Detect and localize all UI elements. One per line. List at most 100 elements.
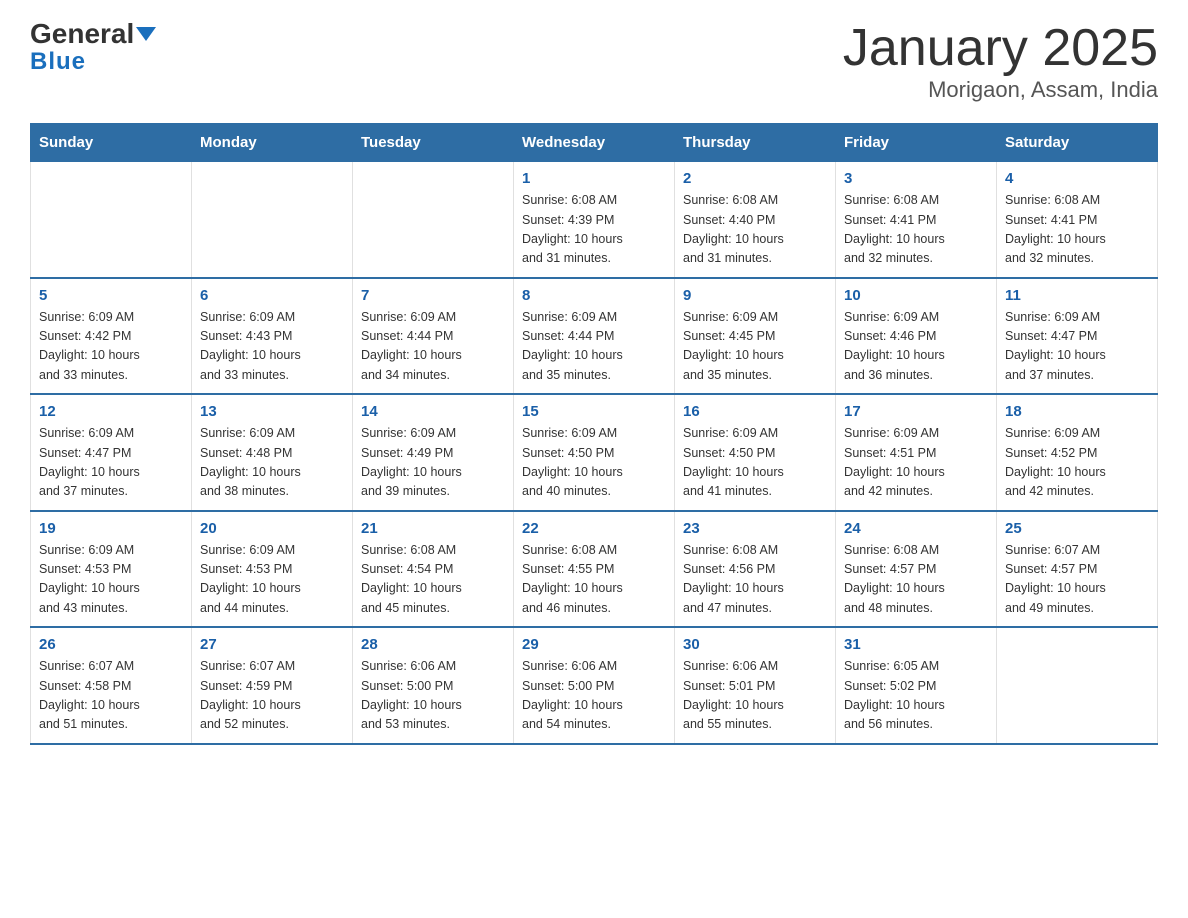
day-number: 19	[39, 520, 183, 537]
day-info: Sunrise: 6:09 AMSunset: 4:48 PMDaylight:…	[200, 424, 344, 502]
day-info: Sunrise: 6:09 AMSunset: 4:47 PMDaylight:…	[39, 424, 183, 502]
cell-week0-day3: 1 Sunrise: 6:08 AMSunset: 4:39 PMDaylight…	[514, 162, 675, 278]
cell-week2-day4: 16 Sunrise: 6:09 AMSunset: 4:50 PMDayligh…	[675, 394, 836, 511]
logo-general: General	[30, 20, 134, 48]
day-number: 28	[361, 636, 505, 653]
day-number: 17	[844, 403, 988, 420]
day-number: 15	[522, 403, 666, 420]
calendar-header-row: Sunday Monday Tuesday Wednesday Thursday…	[31, 124, 1158, 162]
day-number: 10	[844, 287, 988, 304]
day-info: Sunrise: 6:07 AMSunset: 4:57 PMDaylight:…	[1005, 541, 1149, 619]
day-info: Sunrise: 6:09 AMSunset: 4:51 PMDaylight:…	[844, 424, 988, 502]
day-number: 25	[1005, 520, 1149, 537]
day-info: Sunrise: 6:09 AMSunset: 4:45 PMDaylight:…	[683, 308, 827, 386]
day-info: Sunrise: 6:09 AMSunset: 4:53 PMDaylight:…	[39, 541, 183, 619]
day-number: 12	[39, 403, 183, 420]
cell-week2-day6: 18 Sunrise: 6:09 AMSunset: 4:52 PMDayligh…	[997, 394, 1158, 511]
logo-arrow-icon	[136, 27, 156, 41]
cell-week4-day3: 29 Sunrise: 6:06 AMSunset: 5:00 PMDayligh…	[514, 627, 675, 744]
day-info: Sunrise: 6:09 AMSunset: 4:44 PMDaylight:…	[522, 308, 666, 386]
cell-week4-day0: 26Sunrise: 6:07 AMSunset: 4:58 PMDayligh…	[31, 627, 192, 744]
cell-week2-day1: 13 Sunrise: 6:09 AMSunset: 4:48 PMDayligh…	[192, 394, 353, 511]
cell-week1-day4: 9 Sunrise: 6:09 AMSunset: 4:45 PMDaylight…	[675, 278, 836, 395]
cell-week3-day0: 19 Sunrise: 6:09 AMSunset: 4:53 PMDayligh…	[31, 511, 192, 628]
day-number: 5	[39, 287, 183, 304]
col-saturday: Saturday	[997, 124, 1158, 162]
week-row-2: 12 Sunrise: 6:09 AMSunset: 4:47 PMDayligh…	[31, 394, 1158, 511]
day-number: 29	[522, 636, 666, 653]
week-row-0: 1 Sunrise: 6:08 AMSunset: 4:39 PMDaylight…	[31, 162, 1158, 278]
day-info: Sunrise: 6:08 AMSunset: 4:40 PMDaylight:…	[683, 191, 827, 269]
cell-week3-day5: 24 Sunrise: 6:08 AMSunset: 4:57 PMDayligh…	[836, 511, 997, 628]
day-number: 7	[361, 287, 505, 304]
cell-week3-day2: 21 Sunrise: 6:08 AMSunset: 4:54 PMDayligh…	[353, 511, 514, 628]
day-number: 16	[683, 403, 827, 420]
cell-week4-day4: 30 Sunrise: 6:06 AMSunset: 5:01 PMDayligh…	[675, 627, 836, 744]
day-info: Sunrise: 6:05 AMSunset: 5:02 PMDaylight:…	[844, 657, 988, 735]
day-info: Sunrise: 6:08 AMSunset: 4:41 PMDaylight:…	[1005, 191, 1149, 269]
col-monday: Monday	[192, 124, 353, 162]
cell-week3-day1: 20 Sunrise: 6:09 AMSunset: 4:53 PMDayligh…	[192, 511, 353, 628]
cell-week0-day5: 3Sunrise: 6:08 AMSunset: 4:41 PMDaylight…	[836, 162, 997, 278]
day-number: 8	[522, 287, 666, 304]
day-number: 6	[200, 287, 344, 304]
day-info: Sunrise: 6:09 AMSunset: 4:43 PMDaylight:…	[200, 308, 344, 386]
cell-week3-day6: 25 Sunrise: 6:07 AMSunset: 4:57 PMDayligh…	[997, 511, 1158, 628]
day-number: 21	[361, 520, 505, 537]
logo-blue: Blue	[30, 48, 86, 76]
day-number: 31	[844, 636, 988, 653]
day-info: Sunrise: 6:08 AMSunset: 4:57 PMDaylight:…	[844, 541, 988, 619]
calendar-title: January 2025	[843, 20, 1158, 77]
day-number: 4	[1005, 170, 1149, 187]
day-info: Sunrise: 6:09 AMSunset: 4:46 PMDaylight:…	[844, 308, 988, 386]
cell-week2-day3: 15Sunrise: 6:09 AMSunset: 4:50 PMDayligh…	[514, 394, 675, 511]
day-info: Sunrise: 6:09 AMSunset: 4:47 PMDaylight:…	[1005, 308, 1149, 386]
cell-week0-day1	[192, 162, 353, 278]
day-info: Sunrise: 6:09 AMSunset: 4:49 PMDaylight:…	[361, 424, 505, 502]
cell-week1-day1: 6 Sunrise: 6:09 AMSunset: 4:43 PMDaylight…	[192, 278, 353, 395]
day-number: 27	[200, 636, 344, 653]
day-number: 14	[361, 403, 505, 420]
calendar-subtitle: Morigaon, Assam, India	[843, 77, 1158, 103]
cell-week2-day5: 17 Sunrise: 6:09 AMSunset: 4:51 PMDayligh…	[836, 394, 997, 511]
day-number: 30	[683, 636, 827, 653]
day-number: 23	[683, 520, 827, 537]
day-info: Sunrise: 6:09 AMSunset: 4:42 PMDaylight:…	[39, 308, 183, 386]
col-wednesday: Wednesday	[514, 124, 675, 162]
page-header: General Blue January 2025 Morigaon, Assa…	[30, 20, 1158, 103]
title-block: January 2025 Morigaon, Assam, India	[843, 20, 1158, 103]
day-info: Sunrise: 6:07 AMSunset: 4:59 PMDaylight:…	[200, 657, 344, 735]
day-info: Sunrise: 6:08 AMSunset: 4:41 PMDaylight:…	[844, 191, 988, 269]
day-number: 1	[522, 170, 666, 187]
day-info: Sunrise: 6:08 AMSunset: 4:55 PMDaylight:…	[522, 541, 666, 619]
day-info: Sunrise: 6:09 AMSunset: 4:52 PMDaylight:…	[1005, 424, 1149, 502]
cell-week3-day3: 22 Sunrise: 6:08 AMSunset: 4:55 PMDayligh…	[514, 511, 675, 628]
day-info: Sunrise: 6:08 AMSunset: 4:39 PMDaylight:…	[522, 191, 666, 269]
cell-week4-day2: 28Sunrise: 6:06 AMSunset: 5:00 PMDayligh…	[353, 627, 514, 744]
cell-week2-day0: 12 Sunrise: 6:09 AMSunset: 4:47 PMDayligh…	[31, 394, 192, 511]
day-number: 9	[683, 287, 827, 304]
cell-week1-day5: 10 Sunrise: 6:09 AMSunset: 4:46 PMDayligh…	[836, 278, 997, 395]
col-thursday: Thursday	[675, 124, 836, 162]
cell-week0-day6: 4 Sunrise: 6:08 AMSunset: 4:41 PMDaylight…	[997, 162, 1158, 278]
cell-week1-day6: 11Sunrise: 6:09 AMSunset: 4:47 PMDayligh…	[997, 278, 1158, 395]
day-number: 13	[200, 403, 344, 420]
day-info: Sunrise: 6:09 AMSunset: 4:53 PMDaylight:…	[200, 541, 344, 619]
cell-week0-day0	[31, 162, 192, 278]
day-info: Sunrise: 6:09 AMSunset: 4:50 PMDaylight:…	[683, 424, 827, 502]
calendar-table: Sunday Monday Tuesday Wednesday Thursday…	[30, 123, 1158, 745]
cell-week1-day0: 5 Sunrise: 6:09 AMSunset: 4:42 PMDaylight…	[31, 278, 192, 395]
day-number: 22	[522, 520, 666, 537]
day-number: 24	[844, 520, 988, 537]
day-info: Sunrise: 6:07 AMSunset: 4:58 PMDaylight:…	[39, 657, 183, 735]
cell-week4-day5: 31 Sunrise: 6:05 AMSunset: 5:02 PMDayligh…	[836, 627, 997, 744]
cell-week0-day4: 2Sunrise: 6:08 AMSunset: 4:40 PMDaylight…	[675, 162, 836, 278]
day-info: Sunrise: 6:06 AMSunset: 5:01 PMDaylight:…	[683, 657, 827, 735]
day-number: 18	[1005, 403, 1149, 420]
day-number: 20	[200, 520, 344, 537]
cell-week2-day2: 14 Sunrise: 6:09 AMSunset: 4:49 PMDayligh…	[353, 394, 514, 511]
day-info: Sunrise: 6:06 AMSunset: 5:00 PMDaylight:…	[522, 657, 666, 735]
day-info: Sunrise: 6:08 AMSunset: 4:54 PMDaylight:…	[361, 541, 505, 619]
cell-week4-day6	[997, 627, 1158, 744]
day-info: Sunrise: 6:09 AMSunset: 4:44 PMDaylight:…	[361, 308, 505, 386]
